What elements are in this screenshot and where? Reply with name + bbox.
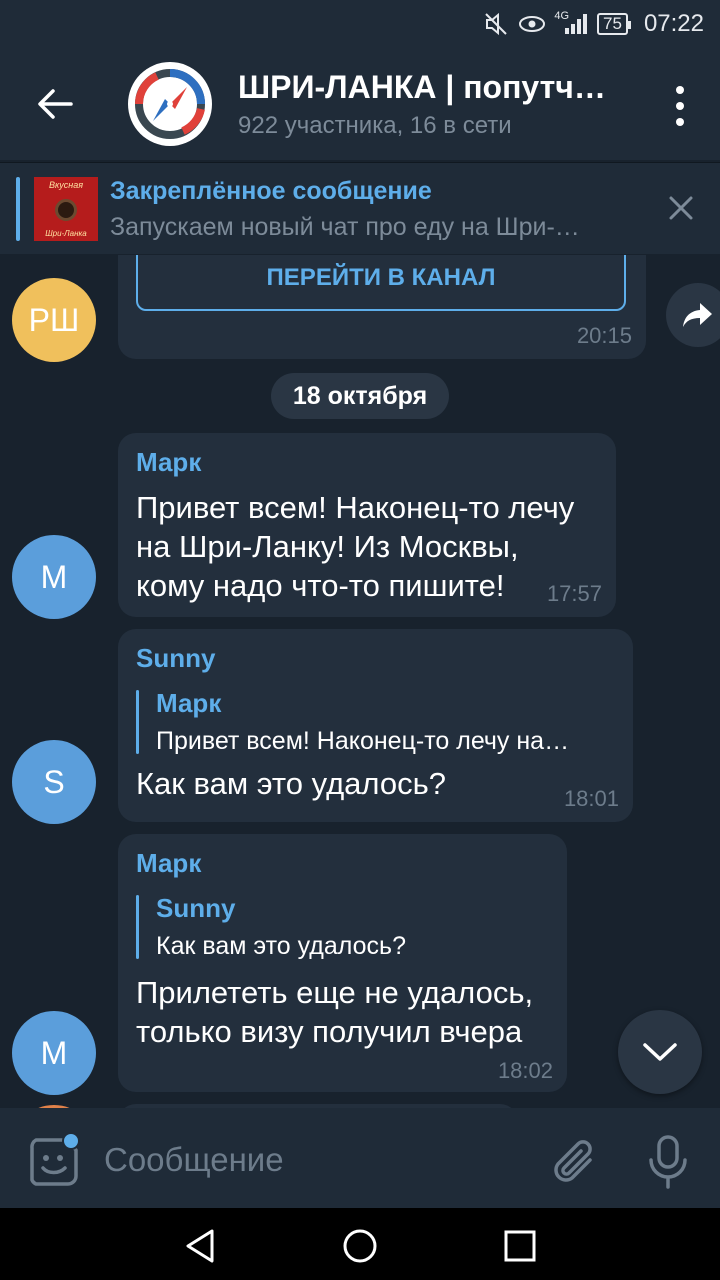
message-bubble[interactable]: Sunny Марк Привет всем! Наконец-то лечу … — [118, 629, 633, 822]
thumb-bottom-text: Шри-Ланка — [45, 229, 87, 238]
date-separator: 18 октября — [271, 373, 449, 419]
message-time: 17:57 — [546, 581, 602, 606]
reply-text: Как вам это удалось? — [156, 932, 406, 960]
mic-button[interactable] — [646, 1134, 690, 1190]
share-button[interactable] — [666, 283, 720, 347]
share-icon — [683, 303, 712, 327]
message-line: кому надо что-то пишите! — [136, 568, 505, 603]
notification-dot — [62, 1132, 80, 1150]
chat-avatar[interactable] — [128, 62, 212, 146]
chat-header: ШРИ-ЛАНКА | попутч… 922 участника, 16 в … — [0, 48, 720, 160]
message-line: Прилететь еще не удалось, — [136, 975, 534, 1010]
status-bar: 4G 75 07:22 — [0, 0, 720, 48]
avatar[interactable]: РШ — [12, 278, 96, 362]
thumb-top-text: Вкусная — [48, 180, 84, 190]
message-text: Привет всем! Наконец-то лечу на Шри-Ланк… — [136, 488, 598, 605]
battery-indicator: 75 — [597, 13, 631, 35]
message-line: на Шри-Ланку! Из Москвы, — [136, 529, 519, 564]
pan-image — [55, 198, 77, 221]
chat-info[interactable]: ШРИ-ЛАНКА | попутч… 922 участника, 16 в … — [238, 69, 638, 140]
reply-text: Привет всем! Наконец-то лечу на… — [156, 727, 570, 755]
close-icon — [669, 196, 693, 220]
message-bubble[interactable]: Марк Привет всем! Наконец-то лечу на Шри… — [118, 433, 616, 617]
signal-icon: 4G — [554, 10, 589, 38]
compass-logo-icon — [135, 69, 205, 139]
reply-name: Sunny — [156, 893, 236, 923]
message-time: 18:02 — [497, 1058, 553, 1083]
avatar[interactable]: М — [12, 535, 96, 619]
attach-button[interactable] — [552, 1136, 600, 1188]
more-menu-button[interactable] — [668, 86, 692, 126]
status-time: 07:22 — [643, 10, 704, 37]
sender-name[interactable]: Марк — [136, 447, 598, 478]
more-vert-icon — [676, 86, 684, 94]
message-line: только визу получил вчера — [136, 1014, 523, 1049]
go-to-channel-button[interactable]: ПЕРЕЙТИ В КАНАЛ — [136, 255, 626, 311]
nav-back-button[interactable] — [180, 1226, 220, 1266]
nav-back-icon — [186, 1229, 214, 1263]
message-bubble[interactable]: ПЕРЕЙТИ В КАНАЛ 20:15 — [118, 255, 646, 359]
nav-home-button[interactable] — [340, 1226, 380, 1266]
avatar[interactable]: S — [12, 740, 96, 824]
sender-name[interactable]: Sunny — [136, 643, 615, 674]
chat-subtitle: 922 участника, 16 в сети — [238, 111, 512, 139]
eye-icon — [518, 10, 546, 38]
more-vert-dot — [676, 102, 684, 110]
message-composer — [0, 1108, 720, 1208]
pinned-text: Запускаем новый чат про еду на Шри-… — [110, 213, 580, 241]
message-text: Как вам это удалось? — [136, 766, 446, 801]
network-label: 4G — [554, 10, 570, 22]
avatar[interactable]: М — [12, 1011, 96, 1095]
nav-home-icon — [343, 1229, 377, 1263]
reply-name: Марк — [156, 688, 222, 718]
reply-quote[interactable]: Марк Привет всем! Наконец-то лечу на… — [136, 688, 596, 756]
mute-icon — [484, 10, 510, 38]
paperclip-icon — [554, 1140, 592, 1182]
reply-quote[interactable]: Sunny Как вам это удалось? — [136, 893, 536, 961]
pinned-message-bar[interactable]: Вкусная Шри-Ланка Закреплённое сообщение… — [0, 162, 720, 254]
pinned-indicator — [16, 177, 20, 241]
back-button[interactable] — [0, 48, 110, 160]
message-input[interactable] — [104, 1138, 524, 1182]
nav-recents-icon — [504, 1230, 536, 1262]
pinned-thumbnail: Вкусная Шри-Ланка — [34, 177, 98, 241]
sender-name[interactable]: Марк — [136, 848, 549, 879]
message-time: 18:01 — [563, 786, 619, 811]
pinned-title: Закреплённое сообщение — [110, 177, 432, 205]
pinned-close-button[interactable] — [664, 191, 698, 225]
back-arrow-icon — [38, 89, 73, 119]
message-line: Привет всем! Наконец-то лечу — [136, 490, 575, 525]
chevron-down-icon — [643, 1043, 677, 1061]
nav-recents-button[interactable] — [500, 1226, 540, 1266]
chat-title: ШРИ-ЛАНКА | попутч… — [238, 68, 606, 105]
message-text: Прилететь еще не удалось, только визу по… — [136, 973, 549, 1051]
scroll-down-button[interactable] — [618, 1010, 702, 1094]
message-time: 20:15 — [576, 323, 632, 348]
mic-icon — [649, 1135, 687, 1189]
message-bubble[interactable]: Марк Sunny Как вам это удалось? Прилетет… — [118, 834, 567, 1092]
message-list[interactable]: ПЕРЕЙТИ В КАНАЛ 20:15 РШ 18 октября Марк… — [0, 255, 720, 1108]
system-nav-bar — [0, 1208, 720, 1280]
more-vert-dot — [676, 118, 684, 126]
